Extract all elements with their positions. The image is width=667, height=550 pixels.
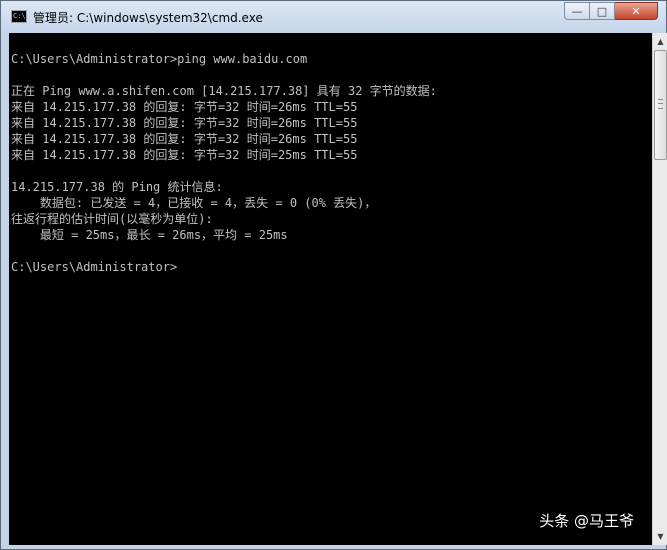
vertical-scrollbar[interactable]: ▲ ▼ [652,33,667,545]
minimize-button[interactable]: — [564,2,590,20]
watermark: 头条 @马王爷 [539,512,634,530]
title-bar[interactable]: C:\ 管理员: C:\windows\system32\cmd.exe — □… [1,1,666,33]
console-line-command: C:\Users\Administrator>ping www.baidu.co… [11,52,308,66]
console-line-reply: 来自 14.215.177.38 的回复: 字节=32 时间=26ms TTL=… [11,132,358,146]
close-button[interactable]: ✕ [615,2,658,20]
console-line-reply: 来自 14.215.177.38 的回复: 字节=32 时间=26ms TTL=… [11,116,358,130]
console-line-reply: 来自 14.215.177.38 的回复: 字节=32 时间=25ms TTL=… [11,148,358,162]
console-line-rtt-values: 最短 = 25ms，最长 = 26ms，平均 = 25ms [11,228,288,242]
console-line-packets: 数据包: 已发送 = 4，已接收 = 4，丢失 = 0 (0% 丢失)， [11,196,377,210]
window-title: 管理员: C:\windows\system32\cmd.exe [33,11,263,25]
console-line-stats-header: 14.215.177.38 的 Ping 统计信息: [11,180,223,194]
console-text: C:\Users\Administrator>ping www.baidu.co… [11,35,437,275]
cmd-window: C:\ 管理员: C:\windows\system32\cmd.exe — □… [0,0,667,550]
console-line-rtt-header: 往返行程的估计时间(以毫秒为单位): [11,212,213,226]
console-line-reply: 来自 14.215.177.38 的回复: 字节=32 时间=26ms TTL=… [11,100,358,114]
caption-buttons: — □ ✕ [564,2,658,21]
cmd-console-icon[interactable]: C:\ [11,10,27,23]
scroll-down-arrow-icon[interactable]: ▼ [653,528,667,545]
scroll-thumb[interactable] [654,50,667,160]
console-prompt[interactable]: C:\Users\Administrator> [11,259,437,275]
grip-icon [658,99,663,109]
maximize-button[interactable]: □ [590,2,615,20]
console-output-area[interactable]: C:\Users\Administrator>ping www.baidu.co… [9,33,652,545]
console-line-ping-header: 正在 Ping www.a.shifen.com [14.215.177.38]… [11,84,437,98]
scroll-up-arrow-icon[interactable]: ▲ [653,33,667,50]
